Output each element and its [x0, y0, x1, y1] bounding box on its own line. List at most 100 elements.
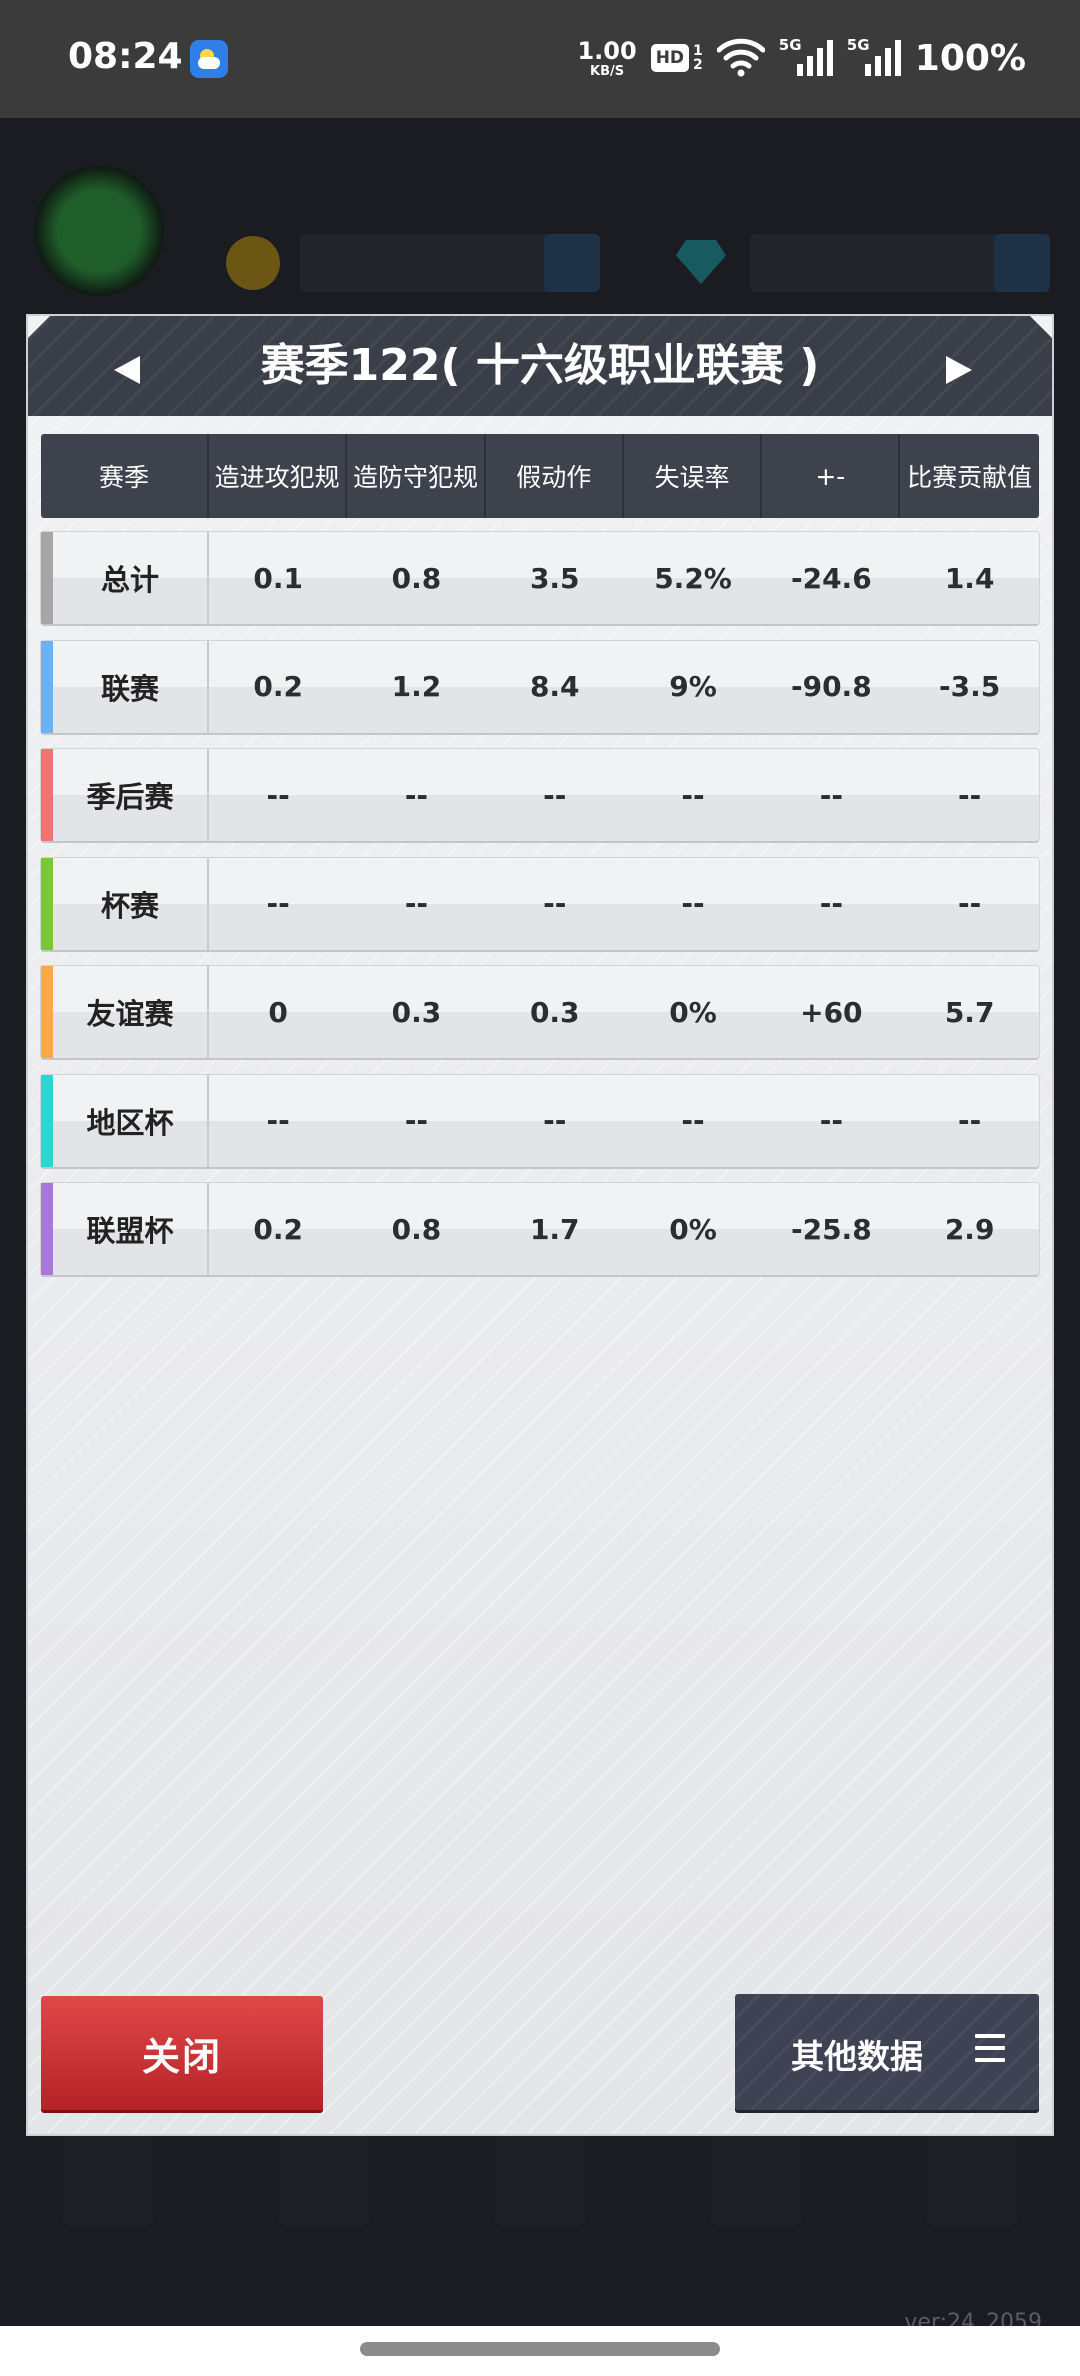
table-cell: -- — [404, 887, 429, 920]
status-time: 08:24 — [68, 36, 183, 77]
signal-2-label: 5G — [846, 36, 870, 54]
signal-1-label: 5G — [778, 36, 802, 54]
battery-level: 100% — [914, 37, 1026, 79]
table-cell: -- — [819, 887, 843, 920]
network-speed: 1.00 KB/S — [577, 39, 636, 78]
table-cell: -- — [543, 1104, 567, 1137]
season-stats-dialog: 赛季122( 十六级职业联赛 ) 赛季 造进攻犯规 造防守犯规 假动作 失误率 … — [28, 316, 1052, 2134]
weather-app-icon — [190, 40, 228, 78]
table-cell: -- — [958, 887, 982, 920]
table-cell: 0.2 — [253, 1212, 303, 1246]
table-cell: -- — [266, 887, 290, 920]
header-fakes: 假动作 — [486, 434, 624, 518]
table-cell: -- — [543, 887, 567, 920]
hd-icon: HD — [650, 44, 690, 72]
table-cell: 8.4 — [529, 670, 580, 703]
home-indicator[interactable] — [360, 2342, 720, 2356]
header-defensive-fouls-drawn: 造防守犯规 — [347, 434, 486, 518]
team-logo — [34, 166, 164, 296]
other-data-label: 其他数据 — [791, 2037, 923, 2076]
header-contribution: 比赛贡献值 — [907, 463, 1033, 492]
row-color-stripe — [41, 640, 53, 733]
table-cell: -- — [404, 1104, 429, 1137]
table-cell: 0% — [669, 995, 717, 1029]
table-cell: 1.2 — [391, 670, 442, 703]
table-cell: 0.1 — [253, 561, 303, 595]
table-cell: -25.8 — [790, 1212, 872, 1246]
table-cell: -- — [266, 778, 290, 812]
row-color-stripe — [41, 966, 53, 1058]
row-label: 地区杯 — [41, 1074, 209, 1167]
network-speed-unit: KB/S — [590, 63, 625, 79]
stats-table-header: 赛季 造进攻犯规 造防守犯规 假动作 失误率 +- 比赛贡献值 — [41, 434, 1039, 518]
table-row: 总计 0.1 0.8 3.5 5.2% -24.6 1.4 — [41, 532, 1039, 624]
table-row: 地区杯 -- -- -- -- -- -- — [41, 1074, 1039, 1167]
sim-indicator: 1 2 — [693, 44, 703, 72]
table-cell: -- — [681, 1104, 705, 1137]
header-offensive-fouls-drawn: 造进攻犯规 — [209, 434, 348, 518]
status-icons: 1.00 KB/S HD 1 2 5G 5G 100% — [577, 34, 1026, 82]
table-cell: -- — [404, 778, 429, 812]
row-label: 杯赛 — [41, 857, 209, 950]
status-bar: 08:24 1.00 KB/S HD 1 2 5G 5G 100% — [0, 0, 1080, 118]
table-cell: -- — [681, 887, 705, 920]
row-label: 联盟杯 — [41, 1183, 209, 1275]
add-gem-button — [994, 234, 1050, 292]
table-cell: -- — [266, 1104, 290, 1137]
close-button-label: 关闭 — [141, 2034, 222, 2079]
sim2-number: 2 — [693, 57, 703, 73]
row-color-stripe — [41, 1183, 53, 1275]
table-cell: 0.3 — [529, 995, 580, 1029]
table-cell: 5.7 — [944, 995, 995, 1029]
table-row: 联盟杯 0.2 0.8 1.7 0% -25.8 2.9 — [41, 1183, 1039, 1275]
table-cell: 0.8 — [391, 561, 442, 595]
table-row: 季后赛 -- -- -- -- -- -- — [41, 749, 1039, 841]
wifi-icon — [716, 38, 765, 77]
network-speed-value: 1.00 — [577, 36, 637, 65]
table-row: 联赛 0.2 1.2 8.4 9% -90.8 -3.5 — [41, 640, 1039, 733]
row-color-stripe — [41, 857, 53, 950]
table-cell: -90.8 — [790, 670, 872, 703]
next-season-button[interactable] — [930, 342, 990, 398]
table-row: 杯赛 -- -- -- -- -- -- — [41, 857, 1039, 950]
dialog-title: 赛季122( 十六级职业联赛 ) — [260, 340, 820, 391]
menu-icon — [975, 2034, 1005, 2062]
table-cell: -- — [819, 1104, 843, 1137]
row-color-stripe — [41, 749, 53, 841]
row-color-stripe — [41, 532, 53, 624]
table-cell: 9% — [669, 670, 717, 703]
row-label: 季后赛 — [41, 749, 209, 841]
table-cell: 0.2 — [253, 670, 303, 703]
table-cell: 0.3 — [391, 995, 442, 1029]
signal-5g-icon-2: 5G — [847, 36, 901, 76]
table-cell: 1.4 — [944, 561, 995, 595]
table-cell: 0.8 — [391, 1212, 442, 1246]
close-button[interactable]: 关闭 — [41, 1996, 323, 2110]
other-data-button[interactable]: 其他数据 — [735, 1994, 1039, 2110]
table-cell: -- — [681, 778, 705, 812]
table-cell: -- — [958, 1104, 982, 1137]
signal-5g-icon-1: 5G — [779, 36, 833, 76]
table-cell: -- — [958, 778, 982, 812]
coin-icon — [226, 236, 280, 290]
table-cell: -24.6 — [790, 561, 872, 595]
header-plus-minus: +- — [762, 434, 901, 518]
row-label: 总计 — [41, 532, 209, 624]
table-cell: 1.7 — [529, 1212, 580, 1246]
gem-icon — [676, 240, 726, 284]
table-cell: 3.5 — [529, 561, 580, 595]
table-row: 友谊赛 0 0.3 0.3 0% +60 5.7 — [41, 966, 1039, 1058]
table-cell: 2.9 — [944, 1212, 995, 1246]
table-cell: -3.5 — [939, 670, 1001, 703]
row-color-stripe — [41, 1074, 53, 1167]
table-cell: -- — [819, 778, 843, 812]
table-cell: -- — [543, 778, 567, 812]
table-cell: 5.2% — [654, 561, 732, 595]
dialog-header: 赛季122( 十六级职业联赛 ) — [28, 316, 1052, 416]
add-coin-button — [544, 234, 600, 292]
row-label: 友谊赛 — [41, 966, 209, 1058]
arrow-right-icon — [946, 356, 972, 384]
row-label: 联赛 — [41, 640, 209, 733]
table-cell: 0 — [268, 995, 288, 1029]
table-cell: 0% — [669, 1212, 717, 1246]
